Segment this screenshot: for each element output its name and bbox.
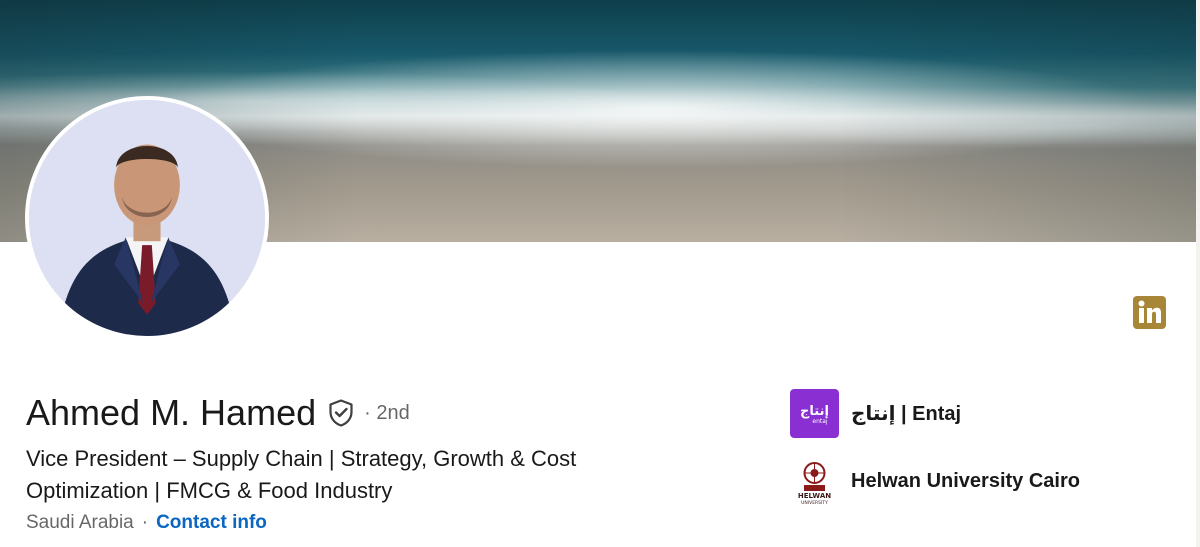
profile-location: Saudi Arabia xyxy=(26,512,134,533)
profile-name-row: Ahmed M. Hamed · 2nd xyxy=(26,392,410,434)
helwan-logo-text: HELWAN xyxy=(798,492,831,500)
page-edge xyxy=(1196,0,1200,547)
contact-info-link[interactable]: Contact info xyxy=(156,512,267,533)
profile-name: Ahmed M. Hamed xyxy=(26,392,317,433)
helwan-university-seal: HELWAN UNIVERSITY xyxy=(790,457,839,506)
connection-degree: · 2nd xyxy=(364,401,410,424)
helwan-logo-subtext: UNIVERSITY xyxy=(801,500,828,506)
company-name: إنتاج | Entaj xyxy=(851,403,962,425)
education-helwan-university[interactable]: HELWAN UNIVERSITY Helwan University Cair… xyxy=(790,457,1080,506)
profile-photo-illustration xyxy=(29,100,265,336)
profile-headline: Vice President – Supply Chain | Strategy… xyxy=(26,446,577,503)
entaj-logo: إنتاج entaj xyxy=(790,389,839,438)
entaj-logo-subtext: entaj xyxy=(812,418,828,425)
profile-photo[interactable] xyxy=(25,96,269,340)
shield-check-icon[interactable] xyxy=(326,398,356,428)
entaj-logo-text: إنتاج xyxy=(800,404,829,419)
separator-dot: · xyxy=(141,512,149,533)
linkedin-glyph xyxy=(1138,300,1161,323)
school-name: Helwan University Cairo xyxy=(851,470,1080,492)
current-company-entaj[interactable]: إنتاج entaj إنتاج | Entaj xyxy=(790,389,961,438)
location-row: Saudi Arabia · Contact info xyxy=(26,510,267,536)
linkedin-icon[interactable] xyxy=(1133,296,1166,329)
